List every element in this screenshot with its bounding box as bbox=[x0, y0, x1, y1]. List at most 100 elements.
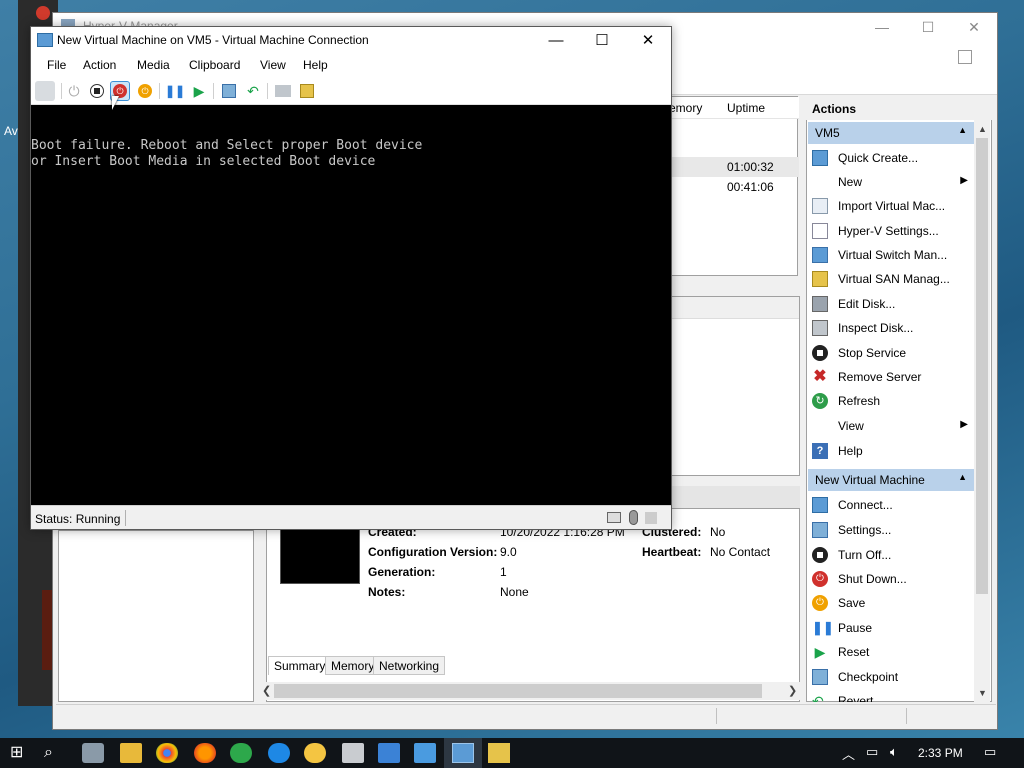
pause-icon[interactable]: ❚❚ bbox=[165, 81, 185, 101]
vm-connection-window: New Virtual Machine on VM5 - Virtual Mac… bbox=[30, 26, 672, 530]
edge-icon[interactable] bbox=[268, 743, 290, 763]
hyperv-connection-taskbar-icon[interactable] bbox=[452, 743, 474, 763]
mouse-cursor-icon bbox=[112, 96, 119, 110]
action-turn-off[interactable]: Turn Off... bbox=[808, 543, 974, 567]
action-connect[interactable]: Connect... bbox=[808, 493, 974, 517]
tray-chevron-icon[interactable]: ︿ bbox=[842, 744, 855, 763]
vm-display-screen[interactable]: Boot failure. Reboot and Select proper B… bbox=[31, 105, 671, 505]
action-save[interactable]: ⏻ Save bbox=[808, 591, 974, 615]
edge-beta-icon[interactable] bbox=[230, 743, 252, 763]
menu-action[interactable]: Action bbox=[83, 58, 116, 72]
enhanced-session-icon[interactable] bbox=[273, 81, 293, 101]
column-uptime[interactable]: Uptime bbox=[727, 101, 765, 115]
hyperv-scroll-button[interactable] bbox=[958, 50, 972, 64]
share-icon[interactable] bbox=[297, 81, 317, 101]
scroll-down-icon[interactable]: ▼ bbox=[978, 688, 987, 698]
menu-media[interactable]: Media bbox=[137, 58, 170, 72]
save-icon[interactable]: ⏻ bbox=[135, 81, 155, 101]
submenu-arrow-icon: ▶ bbox=[960, 175, 968, 186]
action-pause[interactable]: ❚❚ Pause bbox=[808, 616, 974, 640]
clock[interactable]: 2:33 PM bbox=[918, 746, 963, 760]
close-button[interactable]: ✕ bbox=[625, 27, 671, 55]
actions-section-host[interactable]: VM5 ▲ bbox=[808, 122, 974, 144]
start-windows-icon[interactable]: ⊞ bbox=[10, 743, 32, 763]
hyperv-minimize-button[interactable]: — bbox=[859, 17, 905, 39]
menu-help[interactable]: Help bbox=[303, 58, 328, 72]
menu-clipboard[interactable]: Clipboard bbox=[189, 58, 240, 72]
import-icon bbox=[812, 198, 828, 214]
vmc-titlebar[interactable]: New Virtual Machine on VM5 - Virtual Mac… bbox=[31, 27, 671, 55]
scrollbar-thumb[interactable] bbox=[274, 684, 762, 698]
action-refresh[interactable]: ↻ Refresh bbox=[808, 389, 974, 413]
column-memory[interactable]: emory bbox=[669, 101, 702, 115]
hyperv-manager-taskbar-icon[interactable] bbox=[488, 743, 510, 763]
action-hyperv-settings[interactable]: Hyper-V Settings... bbox=[808, 219, 974, 243]
maximize-button[interactable]: ☐ bbox=[579, 27, 625, 55]
action-view[interactable]: View ▶ bbox=[808, 414, 974, 438]
browser-icon[interactable] bbox=[304, 743, 326, 763]
turn-off-icon[interactable] bbox=[87, 81, 107, 101]
checkpoint-icon bbox=[812, 669, 828, 685]
action-help[interactable]: ? Help bbox=[808, 439, 974, 463]
notifications-icon[interactable]: ▭ bbox=[984, 744, 996, 760]
action-revert[interactable]: ↶ Revert... bbox=[808, 689, 974, 702]
action-edit-disk[interactable]: Edit Disk... bbox=[808, 292, 974, 316]
action-virtual-san[interactable]: Virtual SAN Manag... bbox=[808, 267, 974, 291]
tab-summary[interactable]: Summary bbox=[268, 656, 332, 675]
action-checkpoint[interactable]: Checkpoint bbox=[808, 665, 974, 689]
camera-app-icon[interactable] bbox=[82, 743, 104, 763]
ctrl-alt-del-icon[interactable] bbox=[35, 81, 55, 101]
actions-section-vm[interactable]: New Virtual Machine ▲ bbox=[808, 469, 974, 491]
revert-icon[interactable]: ↶ bbox=[243, 81, 263, 101]
calculator-icon[interactable] bbox=[342, 743, 364, 763]
action-label: Settings... bbox=[838, 523, 892, 537]
scroll-left-icon[interactable]: ❮ bbox=[262, 684, 271, 697]
checkpoint-icon[interactable] bbox=[219, 81, 239, 101]
scroll-up-icon[interactable]: ▲ bbox=[978, 124, 987, 134]
buildings-app-icon[interactable] bbox=[414, 743, 436, 763]
action-shut-down[interactable]: ⏻ Shut Down... bbox=[808, 567, 974, 591]
network-app-icon[interactable] bbox=[378, 743, 400, 763]
action-label: Pause bbox=[838, 621, 873, 635]
stop-icon bbox=[812, 345, 828, 361]
menu-file[interactable]: File bbox=[47, 58, 66, 72]
menu-view[interactable]: View bbox=[260, 58, 286, 72]
action-label: Virtual SAN Manag... bbox=[838, 272, 950, 286]
shutdown-icon: ⏻ bbox=[812, 571, 828, 587]
toolbar-separator bbox=[61, 83, 62, 99]
start-icon[interactable]: ⏻ bbox=[64, 81, 84, 101]
action-settings[interactable]: Settings... bbox=[808, 518, 974, 542]
action-new[interactable]: New ▶ bbox=[808, 170, 974, 194]
vmc-statusbar: Status: Running bbox=[31, 505, 671, 529]
desktop-icon-label[interactable]: Av bbox=[4, 124, 18, 138]
tab-networking[interactable]: Networking bbox=[373, 656, 446, 675]
scroll-right-icon[interactable]: ❯ bbox=[788, 684, 797, 697]
action-reset[interactable]: ▶ Reset bbox=[808, 640, 974, 664]
hyperv-maximize-button[interactable]: ☐ bbox=[905, 17, 951, 39]
actions-scrollbar-thumb[interactable] bbox=[976, 138, 988, 594]
notes-label: Notes: bbox=[368, 585, 406, 599]
reset-icon[interactable]: ▶ bbox=[189, 81, 209, 101]
search-icon[interactable]: ⌕ bbox=[44, 743, 66, 763]
network-icon[interactable]: ▭ bbox=[866, 744, 878, 760]
volume-icon[interactable]: 🔈︎ bbox=[890, 744, 898, 760]
collapse-icon[interactable]: ▲ bbox=[958, 125, 967, 135]
minimize-button[interactable]: — bbox=[533, 27, 579, 55]
san-icon bbox=[812, 271, 828, 287]
chrome-icon[interactable] bbox=[156, 743, 178, 763]
hyperv-close-button[interactable]: ✕ bbox=[951, 17, 997, 39]
action-label: Remove Server bbox=[838, 370, 922, 384]
action-import-vm[interactable]: Import Virtual Mac... bbox=[808, 194, 974, 218]
action-label: Quick Create... bbox=[838, 151, 919, 165]
collapse-icon[interactable]: ▲ bbox=[958, 472, 967, 482]
pause-icon: ❚❚ bbox=[812, 620, 834, 635]
desktop-app-icon bbox=[36, 6, 50, 20]
action-remove-server[interactable]: ✖ Remove Server bbox=[808, 365, 974, 389]
action-virtual-switch[interactable]: Virtual Switch Man... bbox=[808, 243, 974, 267]
file-explorer-icon[interactable] bbox=[120, 743, 142, 763]
heartbeat-label: Heartbeat: bbox=[642, 545, 702, 559]
action-inspect-disk[interactable]: Inspect Disk... bbox=[808, 316, 974, 340]
firefox-icon[interactable] bbox=[194, 743, 216, 763]
action-quick-create[interactable]: Quick Create... bbox=[808, 146, 974, 170]
action-stop-service[interactable]: Stop Service bbox=[808, 341, 974, 365]
